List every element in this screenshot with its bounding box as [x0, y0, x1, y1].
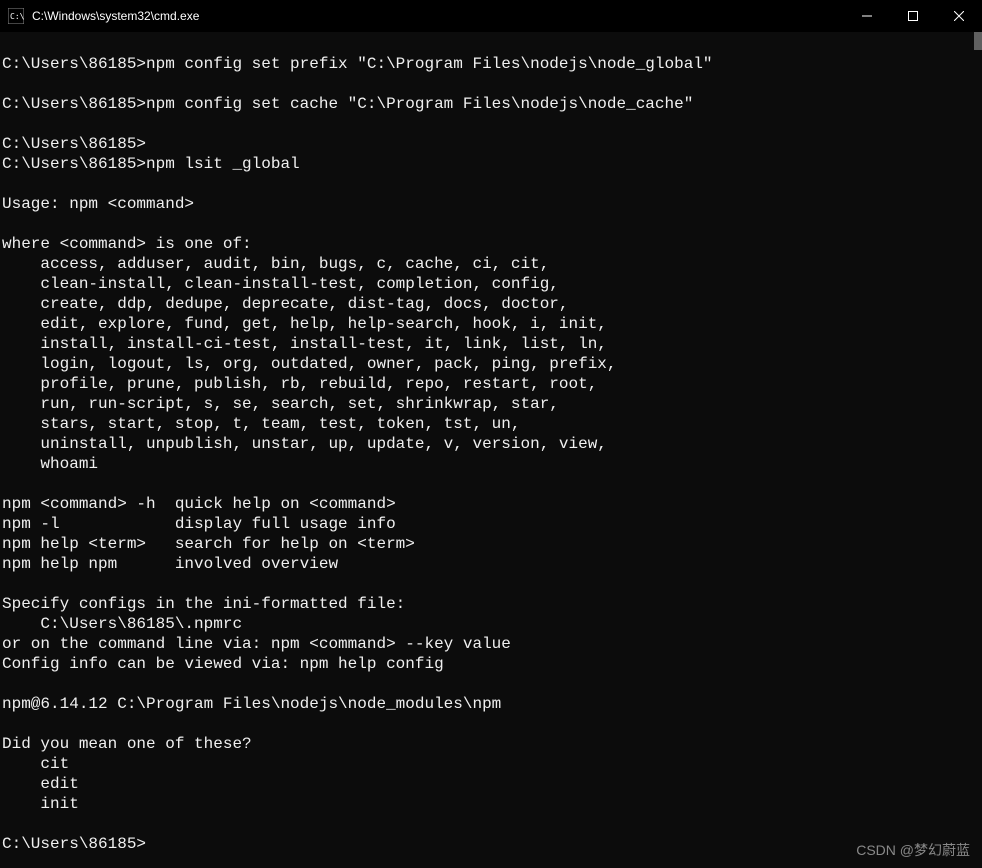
- terminal-line: npm <command> -h quick help on <command>: [2, 494, 980, 514]
- terminal-line: cit: [2, 754, 980, 774]
- cmd-icon: C:\: [8, 8, 24, 24]
- svg-text:C:\: C:\: [10, 12, 24, 21]
- maximize-button[interactable]: [890, 0, 936, 32]
- minimize-button[interactable]: [844, 0, 890, 32]
- terminal-line: C:\Users\86185>npm lsit _global: [2, 154, 980, 174]
- terminal-line: C:\Users\86185\.npmrc: [2, 614, 980, 634]
- terminal-line: edit, explore, fund, get, help, help-sea…: [2, 314, 980, 334]
- terminal-line: [2, 74, 980, 94]
- terminal-line: profile, prune, publish, rb, rebuild, re…: [2, 374, 980, 394]
- terminal-line: npm -l display full usage info: [2, 514, 980, 534]
- terminal-line: or on the command line via: npm <command…: [2, 634, 980, 654]
- window-titlebar: C:\ C:\Windows\system32\cmd.exe: [0, 0, 982, 32]
- terminal-line: [2, 474, 980, 494]
- terminal-line: Did you mean one of these?: [2, 734, 980, 754]
- terminal-line: run, run-script, s, se, search, set, shr…: [2, 394, 980, 414]
- terminal-line: [2, 714, 980, 734]
- watermark: CSDN @梦幻蔚蓝: [856, 840, 970, 860]
- terminal-line: Config info can be viewed via: npm help …: [2, 654, 980, 674]
- terminal-line: Specify configs in the ini-formatted fil…: [2, 594, 980, 614]
- terminal-line: Usage: npm <command>: [2, 194, 980, 214]
- terminal-line: npm help <term> search for help on <term…: [2, 534, 980, 554]
- terminal-line: npm help npm involved overview: [2, 554, 980, 574]
- terminal-output[interactable]: C:\Users\86185>npm config set prefix "C:…: [0, 32, 982, 868]
- terminal-line: create, ddp, dedupe, deprecate, dist-tag…: [2, 294, 980, 314]
- terminal-line: [2, 34, 980, 54]
- terminal-line: stars, start, stop, t, team, test, token…: [2, 414, 980, 434]
- terminal-line: access, adduser, audit, bin, bugs, c, ca…: [2, 254, 980, 274]
- terminal-line: clean-install, clean-install-test, compl…: [2, 274, 980, 294]
- terminal-line: whoami: [2, 454, 980, 474]
- terminal-line: [2, 114, 980, 134]
- terminal-line: install, install-ci-test, install-test, …: [2, 334, 980, 354]
- terminal-line: edit: [2, 774, 980, 794]
- terminal-line: C:\Users\86185>: [2, 834, 980, 854]
- window-title: C:\Windows\system32\cmd.exe: [32, 9, 844, 23]
- terminal-line: [2, 174, 980, 194]
- terminal-line: login, logout, ls, org, outdated, owner,…: [2, 354, 980, 374]
- terminal-line: [2, 574, 980, 594]
- close-button[interactable]: [936, 0, 982, 32]
- terminal-line: [2, 214, 980, 234]
- terminal-line: [2, 674, 980, 694]
- terminal-line: npm@6.14.12 C:\Program Files\nodejs\node…: [2, 694, 980, 714]
- terminal-line: C:\Users\86185>npm config set prefix "C:…: [2, 54, 980, 74]
- terminal-line: C:\Users\86185>npm config set cache "C:\…: [2, 94, 980, 114]
- terminal-line: uninstall, unpublish, unstar, up, update…: [2, 434, 980, 454]
- terminal-line: [2, 814, 980, 834]
- terminal-line: where <command> is one of:: [2, 234, 980, 254]
- window-controls: [844, 0, 982, 32]
- terminal-line: C:\Users\86185>: [2, 134, 980, 154]
- terminal-line: init: [2, 794, 980, 814]
